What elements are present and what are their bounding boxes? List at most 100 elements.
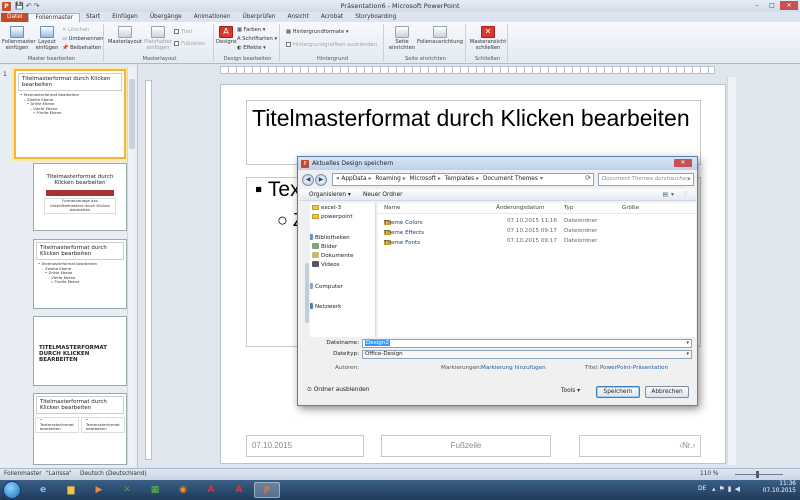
filetype-select[interactable]: Office-Design ▾ xyxy=(362,350,692,359)
tree-item[interactable]: Bilder xyxy=(312,243,337,251)
status-language[interactable]: Deutsch (Deutschland) xyxy=(80,469,147,480)
tree-item[interactable]: Videos xyxy=(312,261,340,269)
vertical-ruler[interactable] xyxy=(145,80,152,460)
farben-dropdown[interactable]: ▦ Farben ▾ xyxy=(237,27,265,33)
chevron-down-icon[interactable]: ▾ xyxy=(686,351,689,358)
tab-datei[interactable]: Datei xyxy=(1,13,29,22)
dialog-close-button[interactable]: ✕ xyxy=(674,159,692,167)
input-language[interactable]: DE xyxy=(698,486,706,492)
column-name[interactable]: Name xyxy=(384,205,401,211)
breadcrumb-templates[interactable]: Templates xyxy=(445,176,474,182)
tab-ueberpruefen[interactable]: Überprüfen xyxy=(237,13,282,22)
date-placeholder[interactable]: 07.10.2015 xyxy=(246,435,364,457)
tab-start[interactable]: Start xyxy=(80,13,106,22)
save-button[interactable]: Speichern xyxy=(596,386,640,398)
folienausrichtung-button[interactable]: Folienausrichtung xyxy=(416,26,464,45)
close-button[interactable]: ✕ xyxy=(780,1,798,10)
tab-animationen[interactable]: Animationen xyxy=(188,13,237,22)
cancel-button[interactable]: Abbrechen xyxy=(645,386,689,398)
system-tray-icons[interactable]: ▴⚑▮◀ xyxy=(712,485,743,493)
back-button[interactable]: ◀ xyxy=(302,174,314,186)
breadcrumb-microsoft[interactable]: Microsoft xyxy=(410,176,436,182)
tab-folienmaster[interactable]: Folienmaster xyxy=(28,13,81,22)
titel-checkbox[interactable]: Titel xyxy=(174,29,192,35)
thumbnail-section-layout[interactable]: TITELMASTERFORMAT DURCH KLICKEN BEARBEIT… xyxy=(33,316,127,386)
loeschen-button[interactable]: ✕ Löschen xyxy=(62,27,89,33)
clock[interactable]: 11:36 07.10.2015 xyxy=(763,481,796,495)
effekte-dropdown[interactable]: ◐ Effekte ▾ xyxy=(237,45,266,51)
tab-acrobat[interactable]: Acrobat xyxy=(315,13,349,22)
horizontal-ruler[interactable] xyxy=(220,66,715,74)
designs-button[interactable]: A Designs xyxy=(216,26,237,45)
firefox-icon[interactable]: ◉ xyxy=(170,482,196,498)
column-size[interactable]: Größe xyxy=(622,205,639,211)
acrobat-icon[interactable]: A xyxy=(198,482,224,498)
breadcrumb-appdata[interactable]: AppData xyxy=(341,176,366,182)
tree-item[interactable]: powerpoint xyxy=(312,214,353,221)
chevron-down-icon[interactable]: ▾ xyxy=(686,340,689,347)
footer-placeholder[interactable]: Fußzeile xyxy=(381,435,551,457)
seite-einrichten-button[interactable]: Seite einrichten xyxy=(388,26,416,51)
tree-item[interactable]: Bibliotheken xyxy=(306,234,350,242)
view-options-icons[interactable]: ▤▾ ❔ xyxy=(663,189,692,201)
column-date[interactable]: Änderungsdatum xyxy=(496,205,544,211)
file-row[interactable]: Theme Fonts 07.10.2015 09:17 Dateiordner xyxy=(378,236,696,246)
zoom-slider[interactable] xyxy=(735,474,783,475)
acrobat-reader-icon[interactable]: A xyxy=(226,482,252,498)
thumbnail-title-layout[interactable]: Titelmasterformat durch Klicken bearbeit… xyxy=(33,163,127,231)
masteransicht-schliessen-button[interactable]: ✕ Masteransicht schließen xyxy=(469,26,507,51)
tab-storyboarding[interactable]: Storyboarding xyxy=(349,13,402,22)
layout-einfuegen-button[interactable]: Layout einfügen xyxy=(34,26,60,51)
tags-link[interactable]: Markierung hinzufügen xyxy=(481,365,546,371)
thumbnail-scrollbar[interactable] xyxy=(127,67,135,465)
tools-dropdown[interactable]: Tools ▾ xyxy=(561,388,580,394)
zoom-level[interactable]: 110 % xyxy=(700,469,718,480)
maximize-button[interactable]: □ xyxy=(765,1,779,10)
address-bar[interactable]: « AppData ▸ Roaming ▸ Microsoft ▸ Templates… xyxy=(332,173,594,186)
title-value[interactable]: PowerPoint-Präsentation xyxy=(600,365,668,371)
hintergrundformate-dropdown[interactable]: ▩ Hintergrundformate ▾ xyxy=(286,29,349,35)
ie-icon[interactable]: e xyxy=(30,482,56,498)
hintergrundgrafiken-ausblenden-checkbox[interactable]: Hintergrundgrafiken ausblenden xyxy=(286,42,377,48)
search-input[interactable]: Document Themes durchsuchen ⌕ xyxy=(598,173,694,186)
umbenennen-button[interactable]: ▭ Umbenennen xyxy=(62,36,103,42)
breadcrumb-document-themes[interactable]: Document Themes xyxy=(483,176,538,182)
tab-uebergaenge[interactable]: Übergänge xyxy=(144,13,188,22)
fusszeilen-checkbox[interactable]: Fußzeilen xyxy=(174,41,206,47)
minimize-button[interactable]: – xyxy=(750,1,764,10)
folienmaster-einfuegen-button[interactable]: Folienmaster einfügen xyxy=(2,26,36,51)
refresh-icon[interactable]: ⟳ xyxy=(585,174,591,182)
start-button[interactable] xyxy=(3,481,21,499)
file-row[interactable]: Theme Effects 07.10.2015 09:17 Dateiordn… xyxy=(378,226,696,236)
explorer-icon[interactable]: ▆ xyxy=(58,482,84,498)
powerpoint-taskbar-icon[interactable]: P xyxy=(254,482,280,498)
forward-button[interactable]: ▶ xyxy=(315,174,327,186)
excel-taskbar-icon[interactable]: ✕ xyxy=(114,482,140,498)
tree-item[interactable]: Dokumente xyxy=(312,252,353,260)
schriftarten-dropdown[interactable]: A Schriftarten ▾ xyxy=(237,36,277,42)
masterlayout-button[interactable]: Masterlayout xyxy=(108,26,142,45)
breadcrumb-roaming[interactable]: Roaming xyxy=(375,176,400,182)
zoom-slider-handle[interactable] xyxy=(756,471,759,478)
tab-ansicht[interactable]: Ansicht xyxy=(281,13,314,22)
tree-scrollbar[interactable] xyxy=(304,203,310,337)
slide-scrollbar[interactable] xyxy=(727,77,736,465)
tab-einfuegen[interactable]: Einfügen xyxy=(106,13,144,22)
spreadsheet-icon[interactable]: ▦ xyxy=(142,482,168,498)
thumbnail-master[interactable]: Titelmasterformat durch Klicken bearbeit… xyxy=(14,69,126,159)
hide-folders-toggle[interactable]: ⊙ Ordner ausblenden xyxy=(307,387,369,393)
slide-number-placeholder[interactable]: ‹Nr.› xyxy=(579,435,701,457)
thumbnail-content-layout[interactable]: Titelmasterformat durch Klicken bearbeit… xyxy=(33,239,127,309)
file-row[interactable]: Theme Colors 07.10.2015 11:16 Dateiordne… xyxy=(378,216,696,226)
beibehalten-button[interactable]: 📌 Beibehalten xyxy=(62,45,101,51)
thumbnail-two-content-layout[interactable]: Titelmasterformat durch Klicken bearbeit… xyxy=(33,393,127,465)
column-type[interactable]: Typ xyxy=(564,205,573,211)
tree-item[interactable]: Netzwerk xyxy=(306,303,341,311)
filename-input[interactable]: Design2 ▾ xyxy=(362,339,692,348)
tree-item[interactable]: excel-3 xyxy=(312,205,341,212)
platzhalter-einfuegen-button[interactable]: Platzhalter einfügen xyxy=(144,26,172,51)
new-folder-button[interactable]: Neuer Ordner xyxy=(363,189,403,201)
media-player-icon[interactable]: ▶ xyxy=(86,482,112,498)
tree-item[interactable]: Computer xyxy=(306,283,343,291)
organize-button[interactable]: Organisieren ▾ xyxy=(309,189,351,201)
